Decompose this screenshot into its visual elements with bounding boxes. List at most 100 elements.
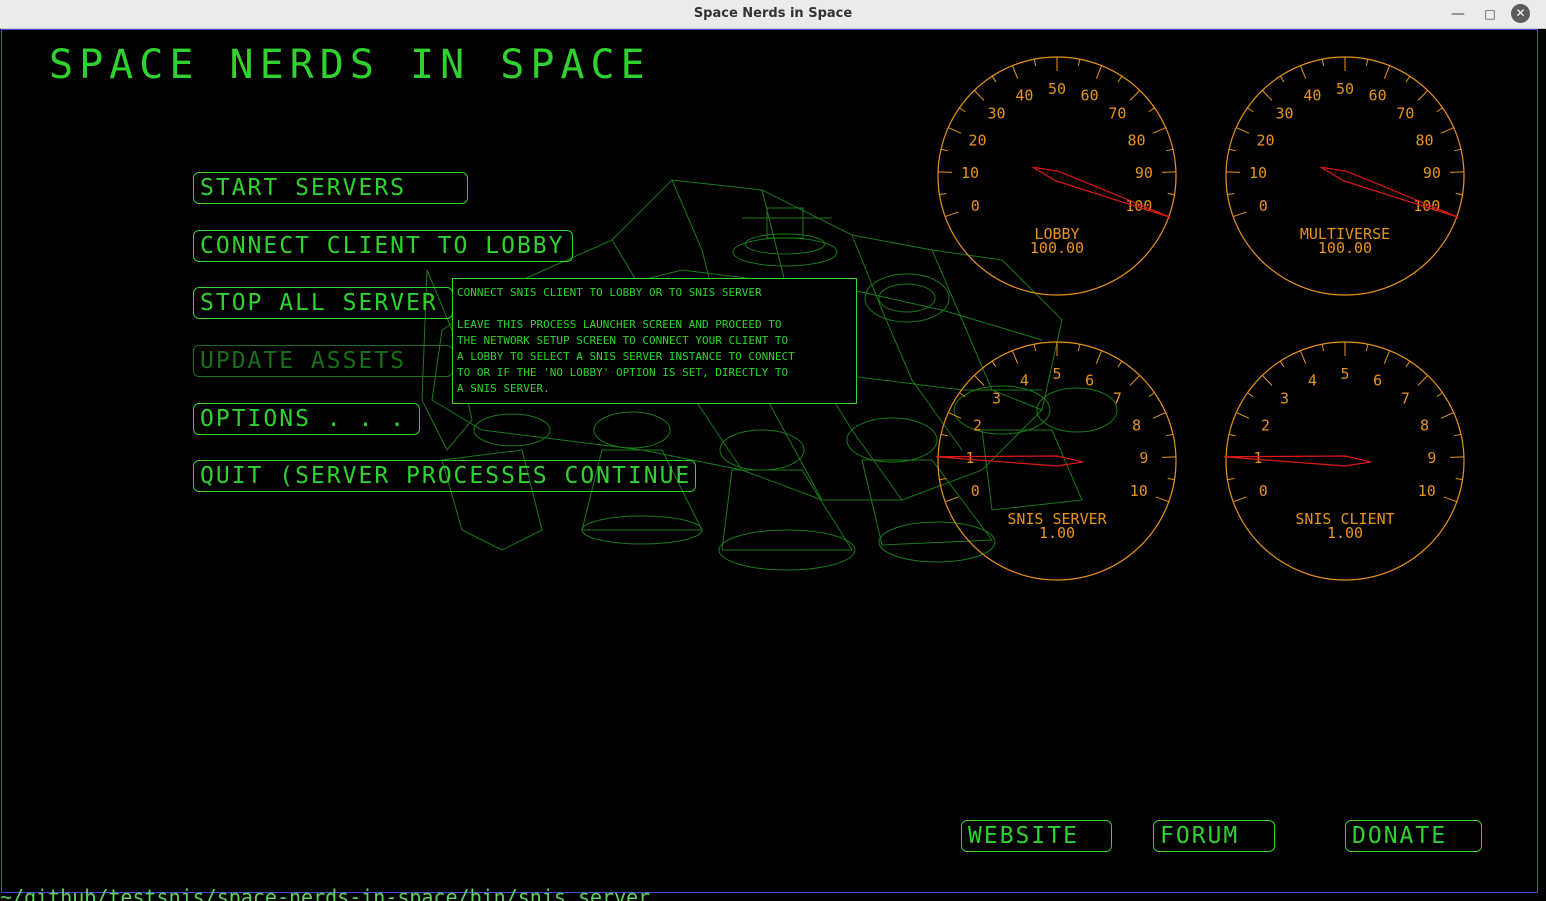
snis-client-tick-mark [1443,496,1457,503]
snis-server-tick-mark [1148,392,1155,398]
snis-client-tick-mark [1454,433,1462,437]
multiverse-tick-label: 30 [1276,104,1294,122]
snis-client-tick-mark [1233,496,1247,503]
snis-client-tick-mark [1236,412,1250,419]
lobby-tick-mark [1033,59,1037,67]
snis-client-tick-mark [1455,478,1463,481]
snis-server-tick-mark [991,360,997,368]
multiverse-tick-label: 60 [1369,86,1387,104]
snis-client-tick-label: 9 [1427,449,1436,467]
snis-server-tick-label: 9 [1139,449,1148,467]
snis-client-tick-mark [1436,392,1443,398]
multiverse-gauge-readout: 100.00 [1318,239,1372,257]
lobby-tick-label: 0 [971,197,980,215]
snis-server-tick-mark [1152,412,1166,419]
snis-client-tick-mark [1299,350,1307,364]
snis-client-tick-label: 2 [1261,417,1270,435]
multiverse-tick-mark [1236,127,1250,134]
multiverse-tick-label: 40 [1303,86,1321,104]
website-button[interactable]: WEBSITE [961,820,1112,852]
snis-client-tick-label: 0 [1259,482,1268,500]
snis-client-gauge-needle [1224,455,1372,467]
lobby-gauge-readout: 100.00 [1030,239,1084,257]
multiverse-tick-mark [1321,59,1325,67]
terminal-output: ~/github/testsnis/space-nerds-in-space/b… [0,885,651,901]
close-icon[interactable]: ✕ [1511,4,1530,23]
lobby-tick-mark [1011,65,1019,79]
lobby-tick-label: 100 [1125,197,1152,215]
lobby-tick-mark [940,148,948,152]
donate-button[interactable]: DONATE [1345,820,1482,852]
minimize-icon[interactable]: — [1448,4,1468,24]
multiverse-tick-mark [1299,65,1307,79]
snis-client-tick-mark [1228,433,1236,437]
snis-server-tick-label: 7 [1113,389,1122,407]
multiverse-tick-mark [1436,107,1443,113]
snis-server-tick-label: 1 [966,449,975,467]
snis-server-gauge-needle [936,455,1084,467]
snis-server-gauge-readout: 1.00 [1039,524,1075,542]
snis-server-tick-mark [1077,344,1081,352]
snis-client-tick-mark [1227,478,1235,481]
snis-server-tick-mark [1033,344,1037,352]
multiverse-tick-label: 20 [1256,132,1274,150]
multiverse-tick-label: 70 [1396,104,1414,122]
snis-server-tick-mark [1167,478,1175,481]
snis-client-tick-label: 6 [1373,371,1382,389]
snis-server-tick-mark [1117,360,1123,368]
snis-server-tick-label: 4 [1020,371,1029,389]
lobby-tick-label: 50 [1048,80,1066,98]
multiverse-tick-mark [1279,75,1285,83]
lobby-tick-mark [1167,193,1175,196]
forum-button[interactable]: FORUM [1153,820,1275,852]
snis-client-gauge-readout: 1.00 [1327,524,1363,542]
snis-server-tick-mark [1155,496,1169,503]
lobby-tick-mark [1117,75,1123,83]
multiverse-tick-mark [1455,193,1463,196]
snis-server-tick-mark [1011,350,1019,364]
snis-server-tick-mark [945,496,959,503]
snis-server-tick-label: 5 [1052,365,1061,383]
multiverse-tick-mark [1405,75,1411,83]
window-title: Space Nerds in Space [693,6,853,21]
multiverse-tick-mark [1383,65,1391,79]
snis-server-tick-label: 6 [1085,371,1094,389]
maximize-icon[interactable]: □ [1480,4,1500,24]
lobby-tick-mark [939,193,947,196]
snis-client-tick-label: 1 [1254,449,1263,467]
lobby-tick-label: 40 [1015,86,1033,104]
lobby-tick-label: 60 [1081,86,1099,104]
snis-server-tick-mark [1166,433,1174,437]
snis-client-tick-mark [1321,344,1325,352]
snis-client-tick-label: 7 [1401,389,1410,407]
lobby-tick-mark [959,107,966,113]
snis-client-tick-label: 10 [1418,482,1436,500]
snis-server-tick-mark [959,392,966,398]
snis-client-tick-label: 5 [1340,365,1349,383]
multiverse-tick-label: 50 [1336,80,1354,98]
multiverse-tick-label: 100 [1413,197,1440,215]
snis-client-tick-mark [1440,412,1454,419]
snis-client-tick-label: 4 [1308,371,1317,389]
lobby-tick-mark [1077,59,1081,67]
multiverse-tick-label: 90 [1423,164,1441,182]
snis-client-tick-mark [1383,350,1391,364]
lobby-tick-label: 80 [1127,132,1145,150]
snis-server-tick-mark [1129,375,1141,386]
lobby-gauge: 010203040 50 60708090100LOBBY100.00 [937,56,1177,296]
snis-client-tick-label: 8 [1420,417,1429,435]
snis-server-tick-mark [948,412,962,419]
snis-server-tick-label: 10 [1130,482,1148,500]
snis-client-tick-mark [1247,392,1254,398]
multiverse-gauge: 010203040 50 60708090100MULTIVERSE100.00 [1225,56,1465,296]
lobby-tick-mark [1129,90,1141,101]
snis-server-tick-mark [1095,350,1103,364]
multiverse-tick-label: 10 [1249,164,1267,182]
snis-server-tick-label: 8 [1132,417,1141,435]
lobby-tick-label: 90 [1135,164,1153,182]
snis-client-tick-mark [1365,344,1369,352]
snis-client-tick-mark [1405,360,1411,368]
snis-server-tick-mark [940,433,948,437]
multiverse-tick-mark [1261,90,1273,101]
snis-server-gauge: 01234 5 678910SNIS SERVER1.00 [936,341,1177,581]
